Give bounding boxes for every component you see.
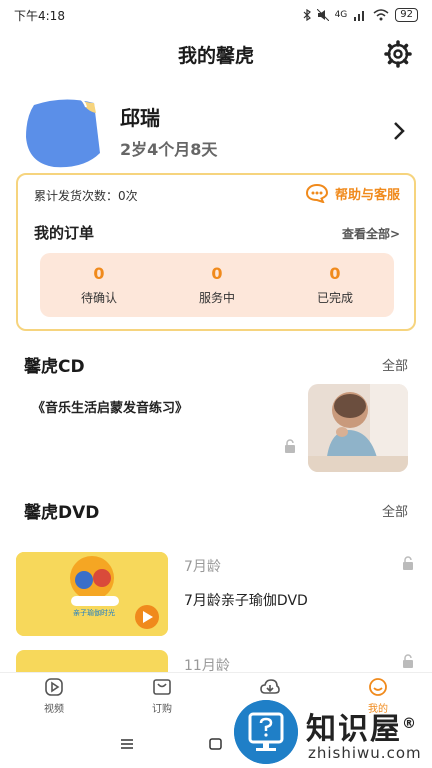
cd-view-all-link[interactable]: 全部 (382, 355, 408, 374)
stat-label: 服务中 (198, 291, 235, 305)
battery-indicator: 92 (395, 8, 418, 22)
view-all-orders-link[interactable]: 查看全部> (342, 225, 400, 242)
profile-card[interactable]: 邱瑞 2岁4个月8天 (0, 88, 432, 174)
help-label: 帮助与客服 (334, 187, 400, 203)
registered-mark: ® (402, 716, 418, 732)
status-bar: 下午4:18 4G 92 (0, 0, 432, 30)
chat-bubble-icon (305, 183, 328, 203)
lock-icon (403, 556, 413, 570)
wifi-icon (373, 9, 389, 21)
cd-item-title[interactable]: 《音乐生活启蒙发音练习》 (32, 397, 188, 416)
orders-title: 我的订单 (34, 224, 95, 242)
dvd-thumbnail-image[interactable]: 亲子瑜伽时光 (16, 552, 168, 636)
stat-pending[interactable]: 0 待确认 (40, 253, 158, 317)
child-age: 2岁4个月8天 (120, 140, 218, 159)
orders-card: 累计发货次数：0次 帮助与客服 我的订单 查看全部> 0 待确认 0 服务中 0… (16, 173, 416, 331)
mute-icon (316, 9, 329, 21)
status-icons: 4G 92 (303, 8, 418, 22)
watermark-domain: zhishiwu.com (308, 744, 422, 762)
cd-thumbnail-image[interactable] (308, 384, 408, 472)
dvd-item-age: 7月龄 (184, 559, 221, 575)
dvd-thumbnail-image[interactable] (16, 650, 168, 672)
lock-icon (285, 439, 295, 453)
lock-icon (403, 654, 413, 668)
home-icon[interactable] (209, 738, 223, 750)
network-label: 4G (334, 10, 348, 20)
settings-gear-icon[interactable] (384, 40, 412, 68)
order-stats: 0 待确认 0 服务中 0 已完成 (40, 253, 394, 317)
stat-value: 0 (93, 264, 105, 283)
dvd-section-title: 馨虎DVD (24, 503, 100, 523)
tab-order[interactable]: 订购 (108, 673, 216, 718)
watermark-text: 知识屋® (306, 712, 418, 747)
smile-icon (369, 677, 387, 696)
dvd-view-all-link[interactable]: 全部 (382, 501, 408, 520)
page-header: 我的馨虎 (0, 34, 432, 74)
shipment-count: 累计发货次数：0次 (34, 189, 138, 203)
watermark-logo-icon (234, 700, 298, 764)
stat-completed[interactable]: 0 已完成 (276, 253, 394, 317)
tab-label: 视频 (44, 703, 64, 715)
download-icon (260, 678, 280, 694)
signal-icon (354, 11, 365, 21)
username: 邱瑞 (120, 106, 160, 130)
tab-label: 订购 (152, 703, 172, 715)
stat-value: 0 (329, 264, 341, 283)
cd-section-title: 馨虎CD (24, 357, 85, 377)
cart-icon (153, 678, 171, 695)
stat-in-service[interactable]: 0 服务中 (158, 253, 276, 317)
dvd-thumb-caption: 亲子瑜伽时光 (73, 608, 115, 617)
dvd-item-name[interactable]: 7月龄亲子瑜伽DVD (184, 590, 308, 610)
tab-video[interactable]: 视频 (0, 673, 108, 718)
stat-value: 0 (211, 264, 223, 283)
dvd-item-age: 11月龄 (184, 658, 230, 672)
watermark: 知识屋® zhishiwu.com (234, 700, 432, 768)
menu-icon[interactable] (120, 738, 134, 750)
stat-label: 待确认 (80, 291, 117, 305)
chevron-right-icon[interactable] (392, 120, 406, 142)
page-title: 我的馨虎 (177, 44, 254, 67)
avatar[interactable] (24, 93, 102, 171)
stat-label: 已完成 (316, 291, 353, 305)
bluetooth-icon (303, 9, 311, 21)
status-time: 下午4:18 (14, 8, 65, 23)
play-icon (45, 677, 63, 696)
help-support-link[interactable]: 帮助与客服 (305, 183, 400, 203)
